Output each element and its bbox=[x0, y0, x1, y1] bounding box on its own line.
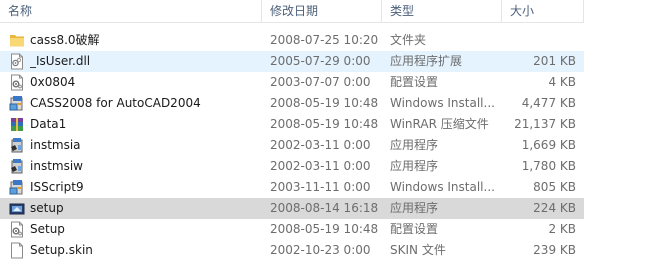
file-size: 1,669 KB bbox=[521, 138, 576, 152]
file-name: instmsia bbox=[30, 138, 81, 152]
column-header-bar: 名称 修改日期 类型 大小 bbox=[0, 0, 584, 23]
file-name: ISScript9 bbox=[30, 180, 84, 194]
file-type: 文件夹 bbox=[390, 33, 427, 47]
file-type: 应用程序 bbox=[390, 201, 439, 215]
file-name: 0x0804 bbox=[30, 75, 76, 89]
file-type: 应用程序 bbox=[390, 138, 439, 152]
file-row[interactable]: Setup.skin 2002-10-23 0:00 SKIN 文件 239 KB bbox=[0, 240, 584, 261]
file-row[interactable]: instmsia 2002-03-11 0:00 应用程序 1,669 KB bbox=[0, 135, 584, 156]
file-date-modified: 2008-05-19 10:48 bbox=[270, 96, 379, 110]
file-size: 4,477 KB bbox=[521, 96, 576, 110]
file-explorer-list: 名称 修改日期 类型 大小 cass8.0破解 2008-07-25 10:20 文… bbox=[0, 0, 645, 278]
folder-icon bbox=[9, 32, 25, 49]
column-header-name[interactable]: 名称 bbox=[0, 0, 262, 22]
file-type: WinRAR 压缩文件 bbox=[390, 117, 489, 131]
file-size: 201 KB bbox=[533, 54, 576, 68]
file-row[interactable]: instmsiw 2002-03-11 0:00 应用程序 1,780 KB bbox=[0, 156, 584, 177]
file-name: Setup bbox=[30, 222, 65, 236]
file-type: 配置设置 bbox=[390, 222, 439, 236]
file-size: 4 KB bbox=[548, 75, 576, 89]
generic-file-icon bbox=[9, 242, 25, 259]
file-date-modified: 2008-05-19 10:48 bbox=[270, 117, 379, 131]
file-date-modified: 2008-05-19 10:48 bbox=[270, 222, 379, 236]
file-type: Windows Install... bbox=[390, 180, 495, 194]
file-size: 1,780 KB bbox=[521, 159, 576, 173]
file-name: cass8.0破解 bbox=[30, 33, 100, 47]
installer-package-icon bbox=[9, 179, 25, 196]
settings-file-icon bbox=[9, 221, 25, 238]
file-name: setup bbox=[30, 201, 64, 215]
file-row[interactable]: CASS2008 for AutoCAD2004 2008-05-19 10:48… bbox=[0, 93, 584, 114]
settings-file-icon bbox=[9, 74, 25, 91]
file-size: 21,137 KB bbox=[514, 117, 576, 131]
file-date-modified: 2002-03-11 0:00 bbox=[270, 138, 371, 152]
file-date-modified: 2008-07-25 10:20 bbox=[270, 33, 379, 47]
dll-file-icon bbox=[9, 53, 25, 70]
file-date-modified: 2002-03-11 0:00 bbox=[270, 159, 371, 173]
file-type: 配置设置 bbox=[390, 75, 439, 89]
file-type: 应用程序 bbox=[390, 159, 439, 173]
file-size: 2 KB bbox=[548, 222, 576, 236]
file-row[interactable]: ISScript9 2003-11-11 0:00 Windows Install.… bbox=[0, 177, 584, 198]
file-name: Data1 bbox=[30, 117, 67, 131]
file-name: _IsUser.dll bbox=[30, 54, 91, 68]
file-name: CASS2008 for AutoCAD2004 bbox=[30, 96, 201, 110]
setup-exe-icon bbox=[9, 200, 25, 217]
file-type: Windows Install... bbox=[390, 96, 495, 110]
file-size: 239 KB bbox=[533, 243, 576, 257]
file-row[interactable]: Data1 2008-05-19 10:48 WinRAR 压缩文件 21,137 K… bbox=[0, 114, 584, 135]
file-row[interactable]: cass8.0破解 2008-07-25 10:20 文件夹 bbox=[0, 30, 584, 51]
file-date-modified: 2003-07-07 0:00 bbox=[270, 75, 371, 89]
file-row[interactable]: Setup 2008-05-19 10:48 配置设置 2 KB bbox=[0, 219, 584, 240]
column-header-date-modified[interactable]: 修改日期 bbox=[262, 0, 382, 22]
file-row[interactable]: setup 2008-08-14 16:18 应用程序 224 KB bbox=[0, 198, 584, 219]
file-size bbox=[502, 30, 576, 51]
installer-exe-icon bbox=[9, 158, 25, 175]
installer-package-icon bbox=[9, 95, 25, 112]
file-type: SKIN 文件 bbox=[390, 243, 446, 257]
file-row[interactable]: 0x0804 2003-07-07 0:00 配置设置 4 KB bbox=[0, 72, 584, 93]
file-size: 224 KB bbox=[533, 201, 576, 215]
file-date-modified: 2008-08-14 16:18 bbox=[270, 201, 379, 215]
winrar-archive-icon bbox=[9, 116, 25, 133]
file-rows: cass8.0破解 2008-07-25 10:20 文件夹 _IsUser.dll 2… bbox=[0, 30, 584, 261]
installer-exe-icon bbox=[9, 137, 25, 154]
column-header-size[interactable]: 大小 bbox=[502, 0, 584, 22]
file-date-modified: 2005-07-29 0:00 bbox=[270, 54, 371, 68]
file-type: 应用程序扩展 bbox=[390, 54, 463, 68]
file-date-modified: 2002-10-23 0:00 bbox=[270, 243, 371, 257]
file-name: instmsiw bbox=[30, 159, 83, 173]
column-header-type[interactable]: 类型 bbox=[382, 0, 502, 22]
file-date-modified: 2003-11-11 0:00 bbox=[270, 180, 371, 194]
file-name: Setup.skin bbox=[30, 243, 93, 257]
file-row[interactable]: _IsUser.dll 2005-07-29 0:00 应用程序扩展 201 KB bbox=[0, 51, 584, 72]
file-size: 805 KB bbox=[533, 180, 576, 194]
